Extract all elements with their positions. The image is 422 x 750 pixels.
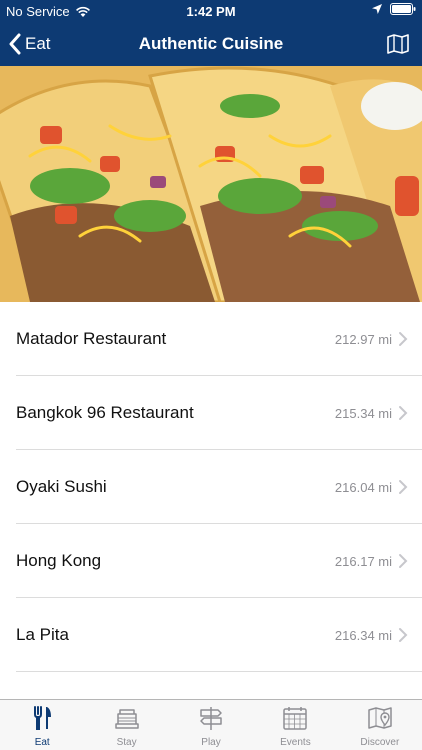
list-item[interactable]: Matador Restaurant 212.97 mi xyxy=(0,302,422,376)
restaurant-name: Oyaki Sushi xyxy=(16,477,107,496)
page-title: Authentic Cuisine xyxy=(138,34,284,53)
chevron-right-icon xyxy=(399,554,408,568)
signpost-icon xyxy=(200,707,222,730)
restaurant-list: Matador Restaurant 212.97 mi Bangkok 96 … xyxy=(0,302,422,672)
tab-eat[interactable]: Eat xyxy=(0,700,84,750)
list-item[interactable]: La Pita 216.34 mi xyxy=(0,598,422,672)
fork-knife-icon xyxy=(34,706,52,730)
chevron-right-icon xyxy=(399,628,408,642)
chevron-right-icon xyxy=(399,332,408,346)
tab-label: Eat xyxy=(34,737,50,748)
chevron-right-icon xyxy=(399,480,408,494)
restaurant-distance: 215.34 mi xyxy=(334,406,392,421)
restaurant-name: Matador Restaurant xyxy=(16,329,167,348)
calendar-icon xyxy=(283,707,308,730)
navigation-bar: Eat Authentic Cuisine xyxy=(0,22,422,66)
list-item[interactable]: Hong Kong 216.17 mi xyxy=(0,524,422,598)
restaurant-name: La Pita xyxy=(16,625,69,644)
restaurant-name: Bangkok 96 Restaurant xyxy=(16,403,194,422)
tab-bar: Eat Stay Play Events Discover xyxy=(0,699,422,750)
list-item[interactable]: Oyaki Sushi 216.04 mi xyxy=(0,450,422,524)
restaurant-distance: 216.04 mi xyxy=(334,480,392,495)
map-icon[interactable] xyxy=(386,32,410,56)
tacos-illustration xyxy=(0,66,422,302)
hero-image xyxy=(0,66,422,302)
status-time: 1:42 PM xyxy=(186,4,236,19)
tab-label: Stay xyxy=(116,737,137,748)
tab-label: Play xyxy=(201,737,221,748)
restaurant-distance: 212.97 mi xyxy=(334,332,392,347)
restaurant-name: Hong Kong xyxy=(16,551,102,570)
tab-stay[interactable]: Stay xyxy=(84,700,168,750)
list-item[interactable]: Bangkok 96 Restaurant 215.34 mi xyxy=(0,376,422,450)
restaurant-distance: 216.17 mi xyxy=(334,554,392,569)
location-arrow-icon xyxy=(372,4,382,14)
battery-icon xyxy=(390,3,416,15)
restaurant-distance: 216.34 mi xyxy=(334,628,392,643)
tab-label: Discover xyxy=(360,737,400,748)
tab-discover[interactable]: Discover xyxy=(338,700,422,750)
chevron-right-icon xyxy=(399,406,408,420)
bed-icon xyxy=(114,709,139,729)
tab-events[interactable]: Events xyxy=(253,700,337,750)
tab-play[interactable]: Play xyxy=(169,700,253,750)
tab-label: Events xyxy=(280,737,311,748)
status-bar: No Service 1:42 PM xyxy=(0,0,422,22)
top-bar: No Service 1:42 PM Eat Authentic Cuisine xyxy=(0,0,422,66)
map-pin-icon xyxy=(368,707,392,729)
